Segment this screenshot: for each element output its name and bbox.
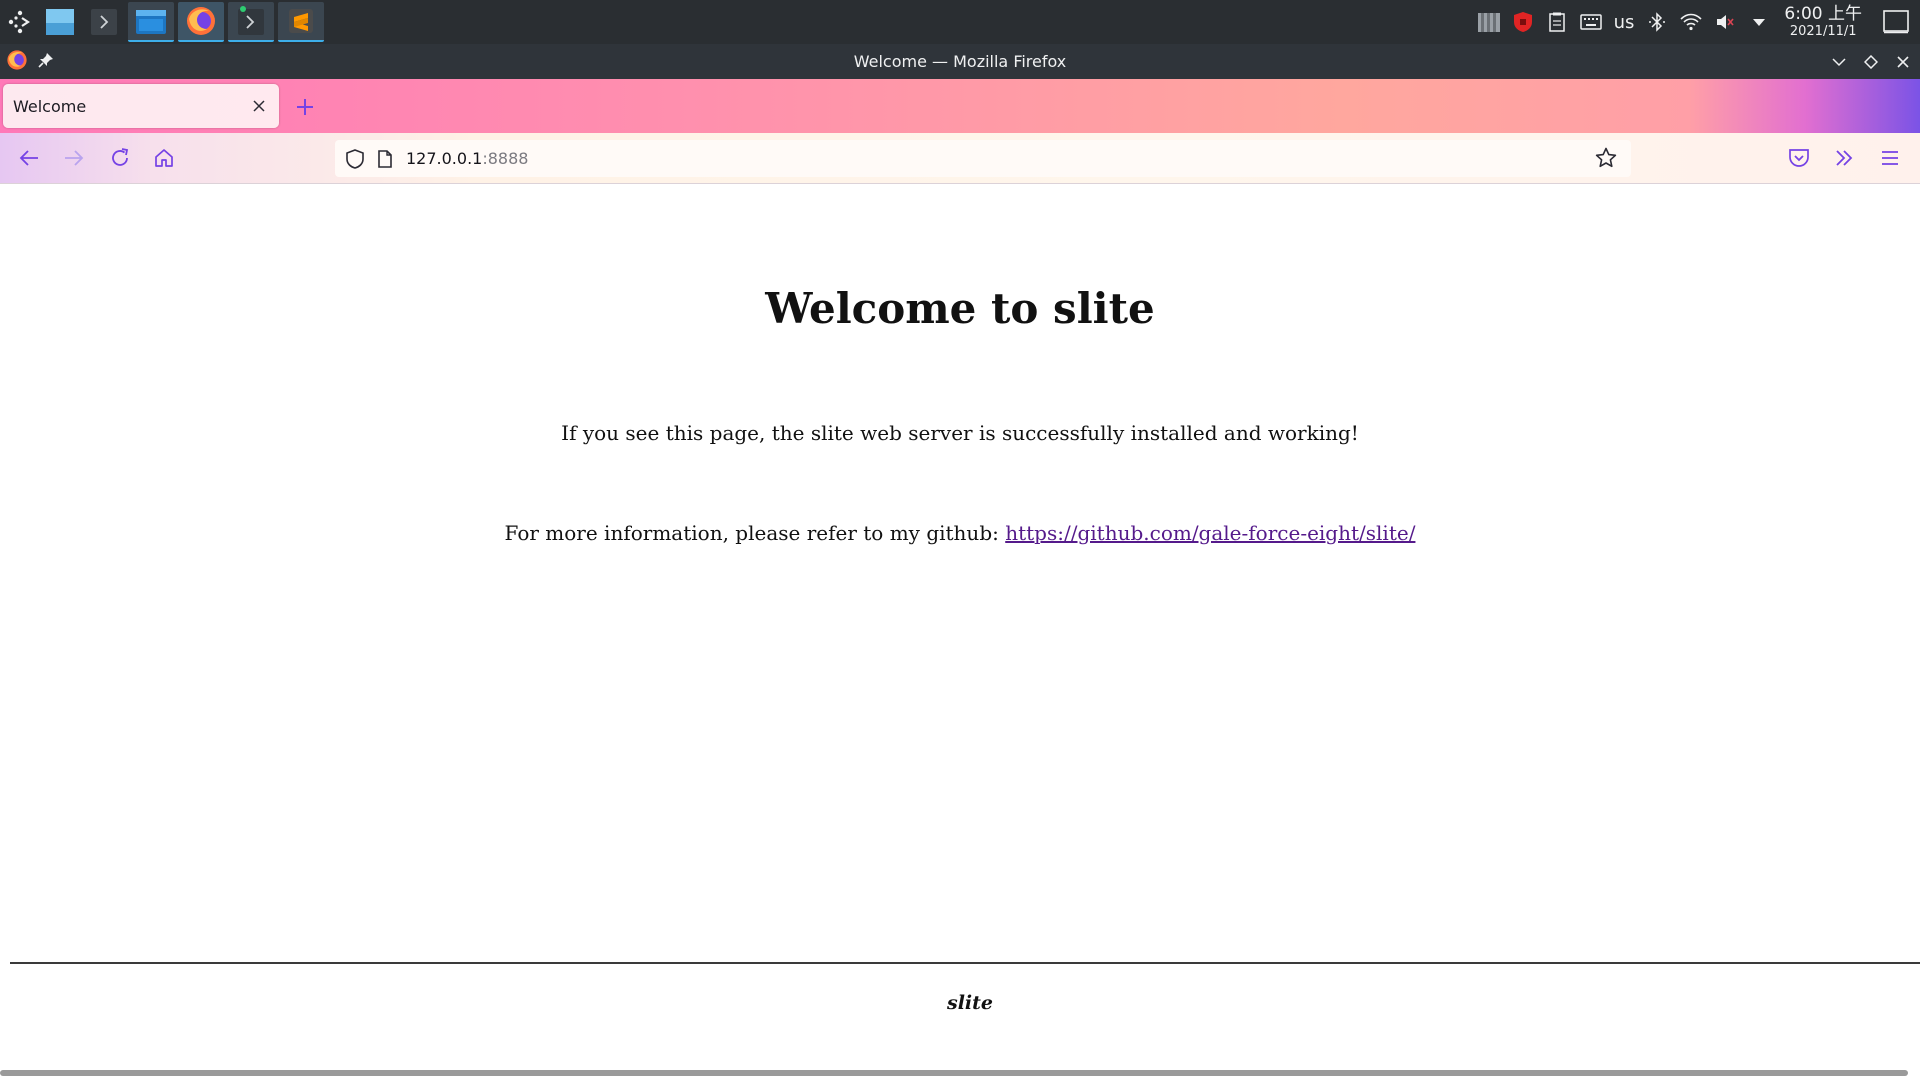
tab-welcome[interactable]: Welcome: [3, 84, 279, 128]
horizontal-scrollbar[interactable]: [0, 1070, 1908, 1076]
taskbar: us 6:00 上午 2021/11/1: [0, 0, 1920, 44]
sublime-text-icon: [289, 9, 313, 33]
tray-expand[interactable]: [1742, 0, 1776, 44]
bookmark-star-button[interactable]: [1589, 141, 1623, 175]
tray-network[interactable]: [1674, 0, 1708, 44]
firefox-icon: [7, 49, 27, 70]
back-button[interactable]: [12, 141, 46, 175]
reload-button[interactable]: [103, 141, 137, 175]
show-desktop-icon: [1883, 10, 1909, 34]
task-firefox[interactable]: [178, 2, 224, 42]
keyboard-layout-indicator[interactable]: us: [1608, 12, 1641, 33]
info-prefix: For more information, please refer to my…: [504, 521, 1006, 545]
keyboard-icon: [1579, 14, 1602, 30]
maximize-button[interactable]: [1860, 51, 1882, 73]
system-tray: us 6:00 上午 2021/11/1: [1472, 0, 1920, 44]
window-controls: [1828, 44, 1914, 79]
info-paragraph: For more information, please refer to my…: [0, 521, 1920, 545]
tab-label: Welcome: [13, 96, 87, 116]
navigation-toolbar: 127.0.0.1:8888: [0, 133, 1920, 184]
site-info-button[interactable]: [370, 140, 400, 177]
firefox-icon: [187, 7, 215, 35]
url-host: 127.0.0.1: [406, 149, 483, 168]
window-menu-button[interactable]: [6, 49, 28, 75]
titlebar-app-icons: [0, 49, 54, 75]
hamburger-menu-icon: [1882, 151, 1898, 165]
url-bar[interactable]: 127.0.0.1:8888: [335, 140, 1631, 177]
footer-text: slite: [947, 992, 993, 1014]
tray-archive[interactable]: [1472, 0, 1506, 44]
github-link[interactable]: https://github.com/gale-force-eight/slit…: [1005, 521, 1415, 545]
pin-icon: [38, 52, 53, 68]
close-icon: [253, 100, 265, 112]
more-tools-button[interactable]: [1827, 141, 1861, 175]
close-window-button[interactable]: [1892, 51, 1914, 73]
show-desktop-pager[interactable]: [40, 2, 80, 42]
tray-bluetooth[interactable]: [1640, 0, 1674, 44]
terminal-icon: [238, 6, 264, 35]
tray-clipboard[interactable]: [1540, 0, 1574, 44]
taskbar-left: [0, 0, 328, 44]
tab-close-button[interactable]: [245, 92, 273, 120]
clipboard-icon: [1548, 12, 1565, 32]
close-icon: [1897, 55, 1909, 68]
volume-muted-icon: [1717, 15, 1735, 29]
chevron-down-icon: [1832, 57, 1846, 66]
new-tab-button[interactable]: [290, 92, 320, 122]
launcher-icon: [8, 10, 30, 34]
arrow-right-icon: [65, 150, 84, 166]
task-konsole[interactable]: [228, 2, 274, 42]
tab-strip: Welcome: [0, 79, 1920, 133]
page-icon: [378, 149, 392, 168]
tray-input-method[interactable]: [1574, 0, 1608, 44]
forward-button[interactable]: [57, 141, 91, 175]
star-icon: [1595, 147, 1617, 168]
task-dolphin[interactable]: [128, 2, 174, 42]
application-menu-button[interactable]: [1873, 141, 1907, 175]
window-titlebar[interactable]: Welcome — Mozilla Firefox: [0, 44, 1920, 79]
tray-volume[interactable]: [1708, 0, 1742, 44]
application-launcher[interactable]: [0, 0, 40, 44]
home-icon: [155, 149, 173, 167]
chevron-down-icon: [1753, 19, 1766, 26]
bluetooth-icon: [1649, 12, 1666, 32]
page-content: Welcome to slite If you see this page, t…: [0, 185, 1920, 1080]
arrow-left-icon: [19, 150, 38, 166]
minimize-button[interactable]: [1828, 51, 1850, 73]
task-sublime-text[interactable]: [278, 2, 324, 42]
desktop-pager-icon: [46, 9, 74, 35]
archive-icon: [1477, 13, 1500, 32]
keep-above-button[interactable]: [38, 52, 54, 72]
plus-icon: [297, 99, 313, 115]
shield-icon: [346, 148, 364, 169]
double-chevron-right-icon: [1836, 150, 1853, 166]
tracking-protection-button[interactable]: [340, 140, 370, 177]
pocket-icon: [1789, 149, 1809, 167]
footer-divider: [10, 962, 1920, 964]
home-button[interactable]: [147, 141, 181, 175]
url-text[interactable]: 127.0.0.1:8888: [406, 149, 528, 168]
clock-date: 2021/11/1: [1789, 24, 1857, 39]
clock-time: 6:00 上午: [1784, 4, 1862, 24]
window-title: Welcome — Mozilla Firefox: [853, 52, 1067, 71]
terminal-icon: [91, 9, 117, 35]
digital-clock[interactable]: 6:00 上午 2021/11/1: [1776, 4, 1872, 39]
url-port: :8888: [482, 149, 529, 168]
shield-icon: [1513, 12, 1532, 32]
wifi-icon: [1680, 13, 1702, 31]
page-heading: Welcome to slite: [765, 284, 1155, 333]
pocket-button[interactable]: [1782, 141, 1816, 175]
tray-security[interactable]: [1506, 0, 1540, 44]
show-desktop-button[interactable]: [1872, 0, 1920, 44]
reload-icon: [112, 148, 129, 166]
terminal-launcher[interactable]: [84, 2, 124, 42]
intro-paragraph: If you see this page, the slite web serv…: [561, 421, 1359, 445]
file-manager-icon: [136, 10, 166, 34]
diamond-icon: [1864, 54, 1878, 69]
